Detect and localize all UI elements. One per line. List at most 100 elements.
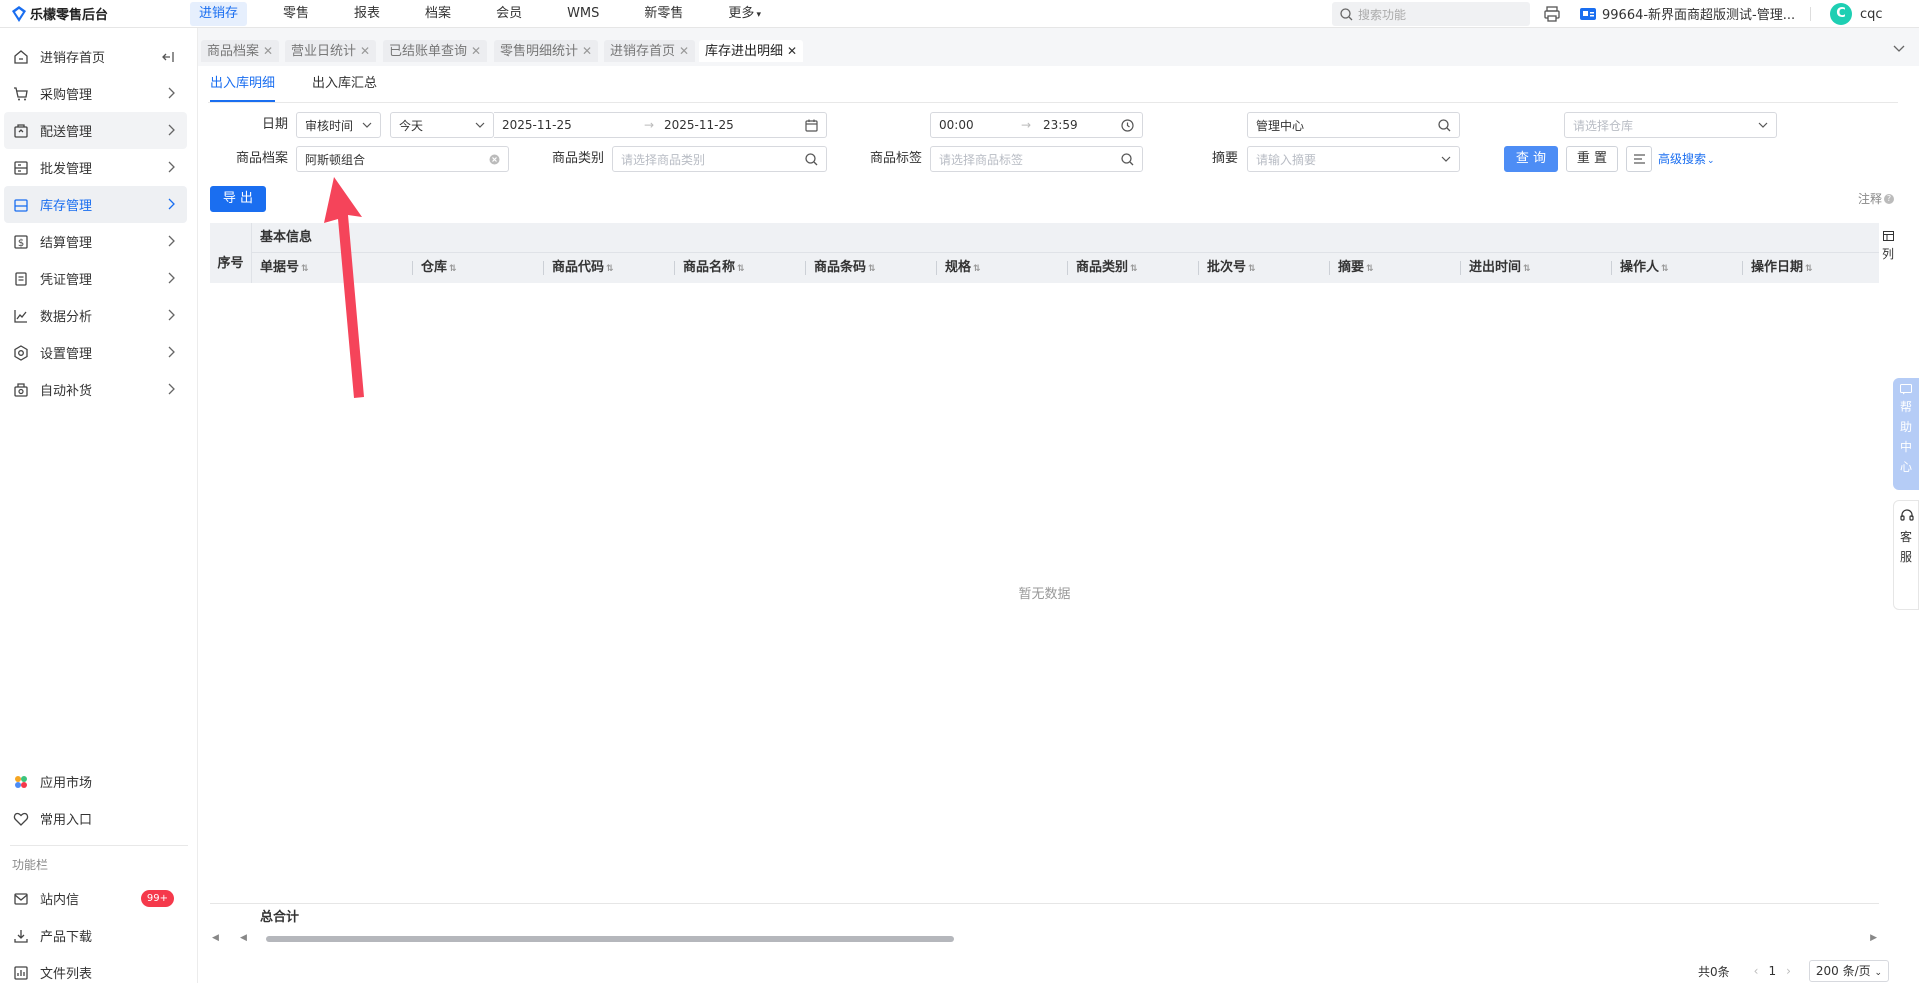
customer-service-button[interactable]: 客 服 xyxy=(1893,500,1919,610)
next-page-icon[interactable]: › xyxy=(1786,964,1791,978)
date-type-select[interactable]: 审核时间 xyxy=(296,112,381,138)
date-preset-select[interactable]: 今天 xyxy=(390,112,494,138)
query-button[interactable]: 查 询 xyxy=(1504,146,1558,172)
home-icon xyxy=(12,48,30,66)
column-header-barcode[interactable]: 商品条码 ⇅ xyxy=(806,253,876,283)
app-logo[interactable]: 乐檬零售后台 xyxy=(0,4,190,23)
column-header-batch-no[interactable]: 批次号 ⇅ xyxy=(1199,253,1256,283)
prev-page-icon[interactable]: ‹ xyxy=(1754,964,1759,978)
subtab-io-detail[interactable]: 出入库明细 xyxy=(210,66,276,102)
close-icon[interactable]: ✕ xyxy=(360,44,370,58)
column-header-spec[interactable]: 规格 ⇅ xyxy=(937,253,981,283)
tab-inventory-home[interactable]: 进销存首页 ✕ xyxy=(604,40,696,62)
date-end-value[interactable]: 2025-11-25 xyxy=(664,118,734,132)
time-end-value[interactable]: 23:59 xyxy=(1043,118,1078,132)
sidebar-item-voucher[interactable]: 凭证管理 xyxy=(4,260,187,297)
tab-retail-detail[interactable]: 零售明细统计 ✕ xyxy=(494,40,599,62)
column-group-basic-info: 基本信息 xyxy=(252,223,1879,253)
scroll-left-icon[interactable]: ◀ xyxy=(212,933,219,943)
tab-settled-bills[interactable]: 已结账单查询 ✕ xyxy=(383,40,488,62)
reset-button[interactable]: 重 置 xyxy=(1566,146,1618,172)
close-icon[interactable]: ✕ xyxy=(263,44,273,58)
sidebar-item-label: 自动补货 xyxy=(40,384,93,399)
sidebar-item-data-analysis[interactable]: 数据分析 xyxy=(4,297,187,334)
sidebar-item-downloads[interactable]: 产品下载 xyxy=(4,917,188,954)
column-settings-button[interactable]: 列 xyxy=(1881,231,1895,262)
warehouse-select[interactable]: 请选择仓库 xyxy=(1564,112,1777,138)
chevron-down-icon[interactable] xyxy=(1893,45,1905,53)
topnav-new-retail[interactable]: 新零售 xyxy=(635,2,692,26)
topnav-reports[interactable]: 报表 xyxy=(345,2,389,26)
clock-icon xyxy=(1121,119,1134,132)
scrollbar-thumb[interactable] xyxy=(266,936,954,942)
sidebar-item-inventory-home[interactable]: 进销存首页 xyxy=(4,38,187,75)
sidebar-item-auto-replenish[interactable]: 自动补货 xyxy=(4,371,187,408)
column-header-label: 摘要 xyxy=(1338,260,1365,275)
advanced-search-link[interactable]: 高级搜索⌄ xyxy=(1658,146,1715,172)
settlement-icon: $ xyxy=(12,233,30,251)
topnav-wms[interactable]: WMS xyxy=(558,2,608,26)
column-header-op-date[interactable]: 操作日期 ⇅ xyxy=(1743,253,1813,283)
horizontal-scrollbar[interactable]: ◀ ◀ ▶ xyxy=(210,933,1879,945)
tag-select[interactable]: 请选择商品标签 xyxy=(930,146,1143,172)
function-search-input[interactable]: 搜索功能 xyxy=(1332,2,1530,26)
topnav-inventory[interactable]: 进销存 xyxy=(190,1,248,26)
close-icon[interactable]: ✕ xyxy=(679,44,689,58)
time-start-value[interactable]: 00:00 xyxy=(939,118,974,132)
wholesale-icon xyxy=(12,159,30,177)
sidebar-item-settings[interactable]: 设置管理 xyxy=(4,334,187,371)
sidebar-item-inventory-management[interactable]: 库存管理 xyxy=(4,186,187,223)
help-center-button[interactable]: 帮 助 中 心 xyxy=(1893,378,1919,490)
subtab-io-summary[interactable]: 出入库汇总 xyxy=(312,66,377,102)
sort-icon: ⇅ xyxy=(449,264,457,274)
printer-icon[interactable] xyxy=(1543,5,1561,23)
sidebar-item-purchase[interactable]: 采购管理 xyxy=(4,75,187,112)
column-header-product-name[interactable]: 商品名称 ⇅ xyxy=(675,253,745,283)
page-size-select[interactable]: 200 条/页 ⌄ xyxy=(1808,960,1890,982)
filter-settings-button[interactable] xyxy=(1626,146,1652,172)
collapse-sidebar-icon[interactable] xyxy=(161,50,175,64)
help-char: 帮 xyxy=(1899,400,1912,414)
scroll-right-icon[interactable]: ▶ xyxy=(1870,933,1877,943)
product-input[interactable]: 阿斯顿组合 xyxy=(296,146,509,172)
sidebar-item-settlement[interactable]: $ 结算管理 xyxy=(4,223,187,260)
time-range-picker[interactable]: 00:00 → 23:59 xyxy=(930,112,1143,138)
topnav-archives[interactable]: 档案 xyxy=(416,2,460,26)
category-select[interactable]: 请选择商品类别 xyxy=(612,146,827,172)
sidebar-item-wholesale[interactable]: 批发管理 xyxy=(4,149,187,186)
sidebar-item-files[interactable]: 文件列表 xyxy=(4,954,188,983)
column-header-warehouse[interactable]: 仓库 ⇅ xyxy=(413,253,457,283)
store-select[interactable]: 管理中心 xyxy=(1247,112,1460,138)
annotation-arrow xyxy=(324,177,364,398)
total-count: 共0条 xyxy=(1698,964,1730,979)
tab-product-archive[interactable]: 商品档案 ✕ xyxy=(201,40,280,62)
clear-icon[interactable] xyxy=(489,154,500,165)
date-start-value[interactable]: 2025-11-25 xyxy=(502,118,572,132)
sidebar-item-distribution[interactable]: 配送管理 xyxy=(4,112,187,149)
column-header-doc-no[interactable]: 单据号 ⇅ xyxy=(252,253,309,283)
date-range-picker[interactable]: 2025-11-25 → 2025-11-25 xyxy=(494,112,827,138)
column-header-summary[interactable]: 摘要 ⇅ xyxy=(1330,253,1374,283)
scroll-left-icon[interactable]: ◀ xyxy=(240,933,247,943)
tab-daily-stats[interactable]: 营业日统计 ✕ xyxy=(285,40,377,62)
store-selector[interactable]: 99664-新界面商超版测试-管理... xyxy=(1580,4,1795,23)
summary-select[interactable]: 请输入摘要 xyxy=(1247,146,1460,172)
sidebar-item-app-market[interactable]: 应用市场 xyxy=(4,763,188,800)
column-header-io-time[interactable]: 进出时间 ⇅ xyxy=(1461,253,1531,283)
close-icon[interactable]: ✕ xyxy=(471,44,481,58)
close-icon[interactable]: ✕ xyxy=(787,44,797,58)
sidebar-item-inbox[interactable]: 站内信 99+ xyxy=(4,880,188,917)
tab-stock-io-detail[interactable]: 库存进出明细 ✕ xyxy=(699,40,804,62)
column-header-product-code[interactable]: 商品代码 ⇅ xyxy=(544,253,614,283)
sidebar-item-common-entry[interactable]: 常用入口 xyxy=(4,800,188,837)
topnav-retail[interactable]: 零售 xyxy=(274,2,318,26)
topnav-more[interactable]: 更多 ▾ xyxy=(719,2,770,26)
export-button[interactable]: 导 出 xyxy=(210,186,266,212)
close-icon[interactable]: ✕ xyxy=(582,44,592,58)
column-header-category[interactable]: 商品类别 ⇅ xyxy=(1068,253,1138,283)
current-page[interactable]: 1 xyxy=(1768,964,1776,978)
note-toggle[interactable]: 注释? xyxy=(1858,190,1895,208)
user-menu[interactable]: C cqc xyxy=(1830,3,1883,25)
column-header-operator[interactable]: 操作人 ⇅ xyxy=(1612,253,1669,283)
topnav-members[interactable]: 会员 xyxy=(487,2,531,26)
